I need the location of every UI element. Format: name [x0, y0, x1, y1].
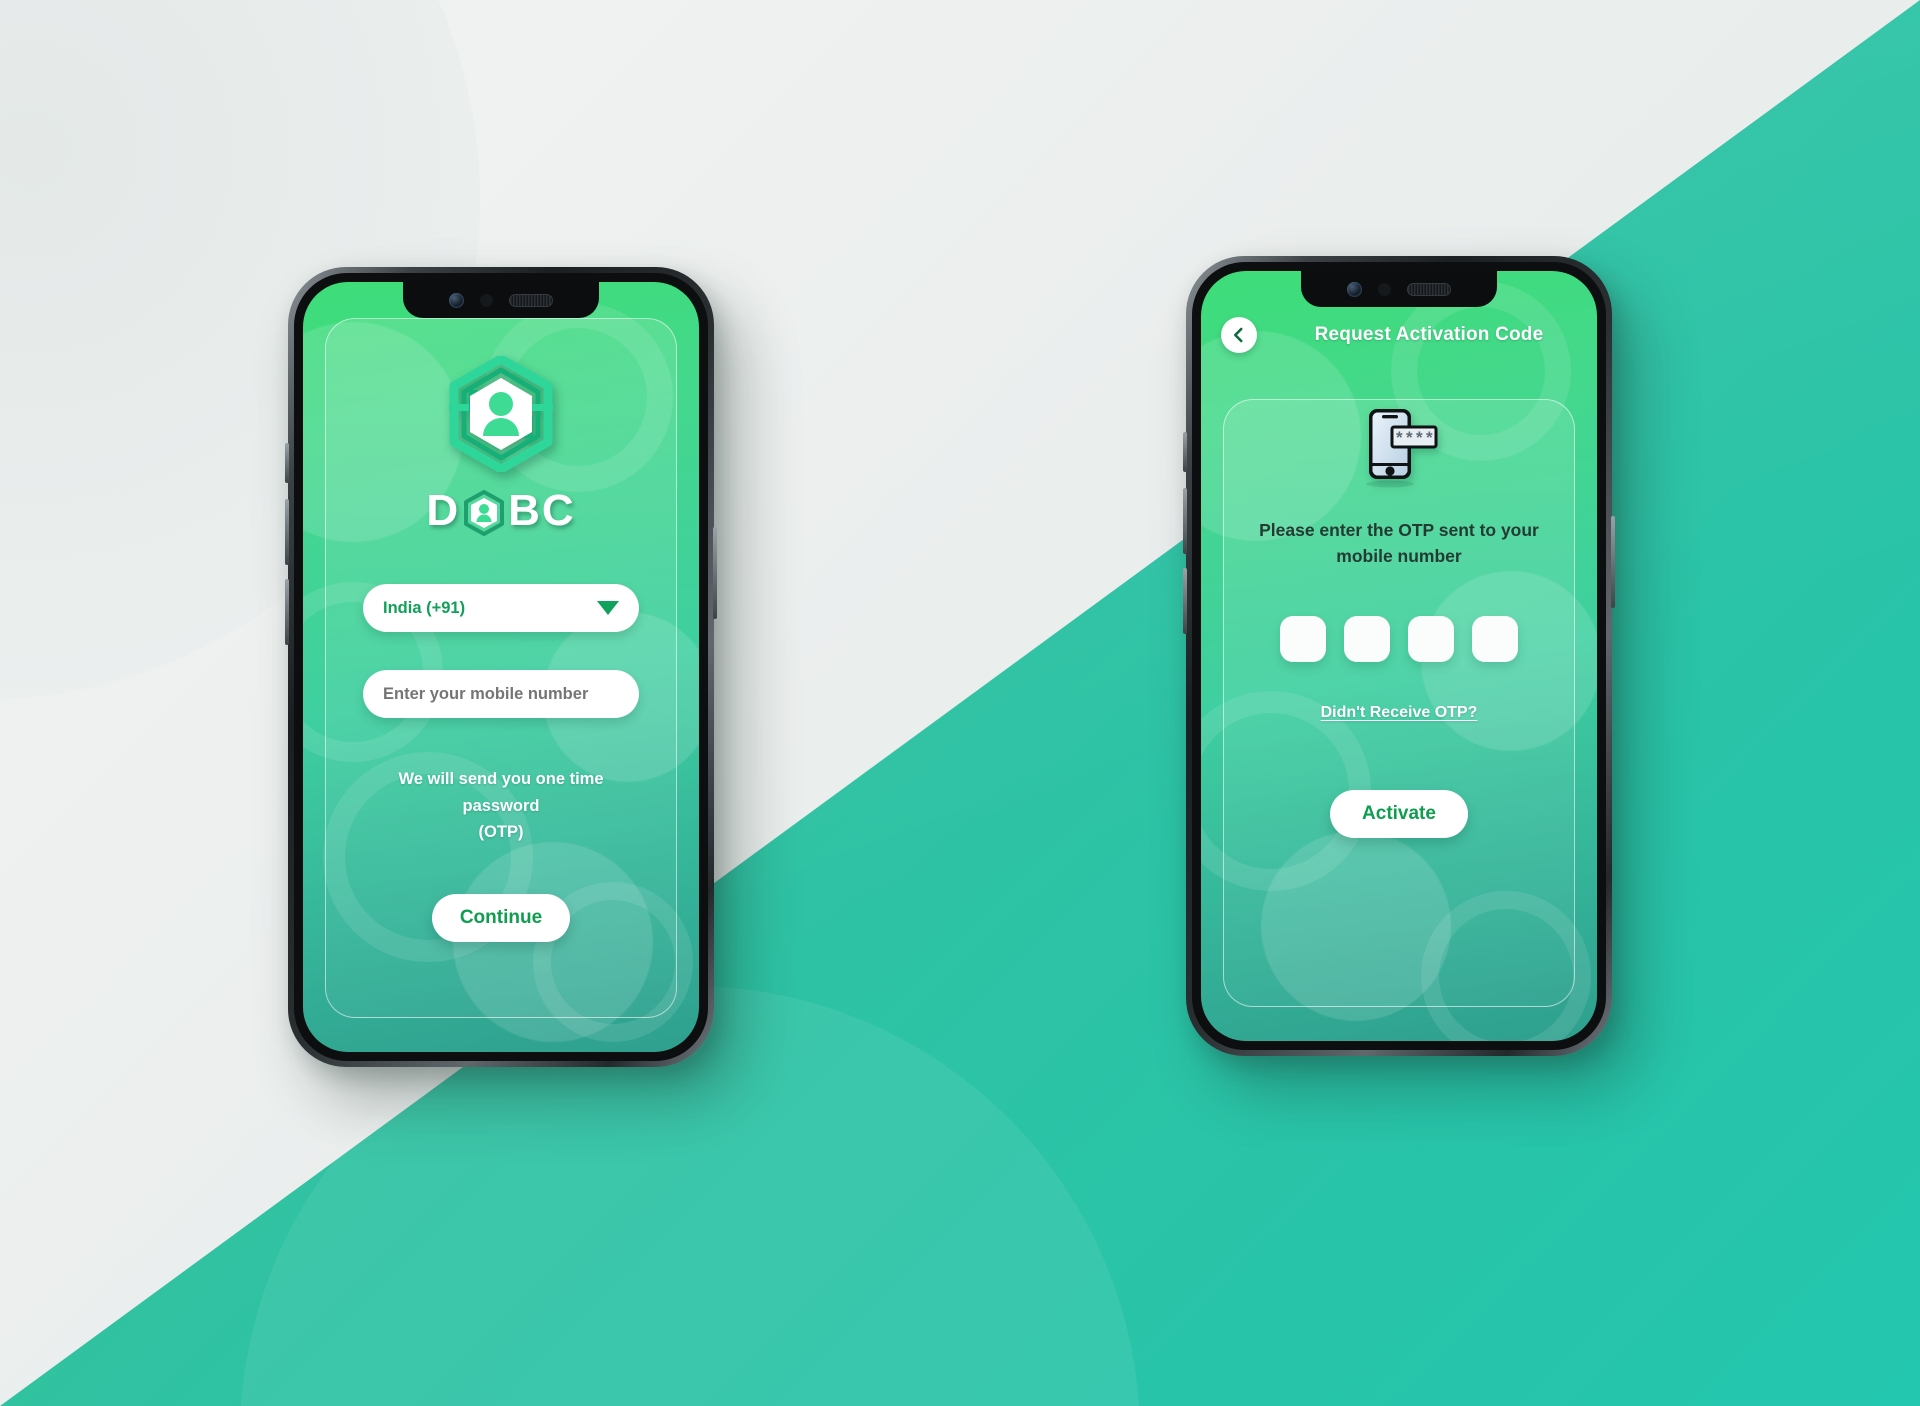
mobile-number-field[interactable] — [363, 670, 639, 718]
continue-button[interactable]: Continue — [431, 894, 571, 943]
otp-content: Request Activation Code * * * * Please e… — [1201, 271, 1597, 1041]
svg-text:*: * — [1426, 428, 1433, 447]
country-code-select[interactable]: India (+91) — [363, 584, 639, 632]
phone-power-button[interactable] — [713, 527, 717, 619]
phone-volume-down-button[interactable] — [285, 579, 289, 645]
login-content: D BC India (+91) Enter your mobile numbe… — [303, 282, 699, 1052]
otp-screen: Request Activation Code * * * * Please e… — [1201, 271, 1597, 1041]
phone-mute-switch[interactable] — [285, 443, 289, 483]
phone-notch — [1301, 271, 1497, 307]
front-camera-icon — [449, 292, 464, 308]
phone-mockup-login: D BC India (+91) Enter your mobile numbe… — [285, 267, 717, 1067]
phone-notch — [403, 282, 599, 318]
svg-text:*: * — [1416, 428, 1423, 447]
phone-volume-up-button[interactable] — [285, 499, 289, 565]
activate-button[interactable]: Activate — [1330, 789, 1468, 838]
proximity-sensor-icon — [480, 293, 493, 307]
phone-bezel: D BC India (+91) Enter your mobile numbe… — [294, 273, 708, 1061]
otp-instruction-line-1: Please enter the OTP sent to your — [1259, 520, 1539, 540]
chevron-down-icon — [597, 601, 619, 615]
resend-otp-link[interactable]: Didn't Receive OTP? — [1321, 704, 1478, 722]
otp-helper-text: We will send you one time password (OTP) — [361, 766, 641, 846]
otp-appbar-title: Request Activation Code — [1314, 324, 1544, 345]
phone-power-button[interactable] — [1611, 516, 1615, 608]
phone-mute-switch[interactable] — [1183, 432, 1187, 472]
proximity-sensor-icon — [1378, 282, 1391, 296]
otp-digit-input-2[interactable] — [1344, 615, 1390, 662]
dobc-logo-icon — [447, 354, 555, 474]
brand-hexagon-person-icon — [462, 490, 506, 536]
activate-button-wrap: Activate — [1330, 789, 1468, 838]
otp-digit-input-4[interactable] — [1472, 615, 1518, 662]
svg-text:*: * — [1406, 428, 1413, 447]
chevron-left-icon — [1233, 327, 1243, 343]
phone-mockup-otp: Request Activation Code * * * * Please e… — [1183, 256, 1615, 1056]
phone-volume-up-button[interactable] — [1183, 488, 1187, 554]
otp-instruction-line-2: mobile number — [1336, 546, 1462, 567]
front-camera-icon — [1347, 281, 1362, 297]
phone-otp-password-icon: * * * * — [1359, 405, 1439, 489]
otp-digit-input-1[interactable] — [1280, 615, 1326, 662]
otp-instruction-text: Please enter the OTP sent to your mobile… — [1249, 517, 1549, 570]
otp-digit-input-3[interactable] — [1408, 615, 1454, 662]
login-screen: D BC India (+91) Enter your mobile numbe… — [303, 282, 699, 1052]
svg-text:*: * — [1396, 428, 1403, 447]
phone-volume-down-button[interactable] — [1183, 568, 1187, 634]
otp-helper-line-2: (OTP) — [478, 823, 524, 842]
country-code-value: India (+91) — [383, 598, 466, 617]
brand-letters-before: D — [426, 486, 461, 535]
earpiece-speaker-icon — [1407, 282, 1451, 296]
mockup-canvas: D BC India (+91) Enter your mobile numbe… — [0, 0, 1920, 1406]
otp-input-group — [1280, 615, 1518, 662]
back-button[interactable] — [1221, 317, 1257, 353]
otp-helper-line-1: We will send you one time password — [398, 770, 604, 815]
phone-bezel: Request Activation Code * * * * Please e… — [1192, 262, 1606, 1050]
mobile-number-input[interactable] — [383, 684, 619, 704]
brand-wordmark: D BC — [426, 486, 575, 536]
earpiece-speaker-icon — [509, 293, 553, 307]
brand-letters-after: BC — [508, 486, 576, 535]
otp-appbar: Request Activation Code — [1201, 313, 1597, 357]
